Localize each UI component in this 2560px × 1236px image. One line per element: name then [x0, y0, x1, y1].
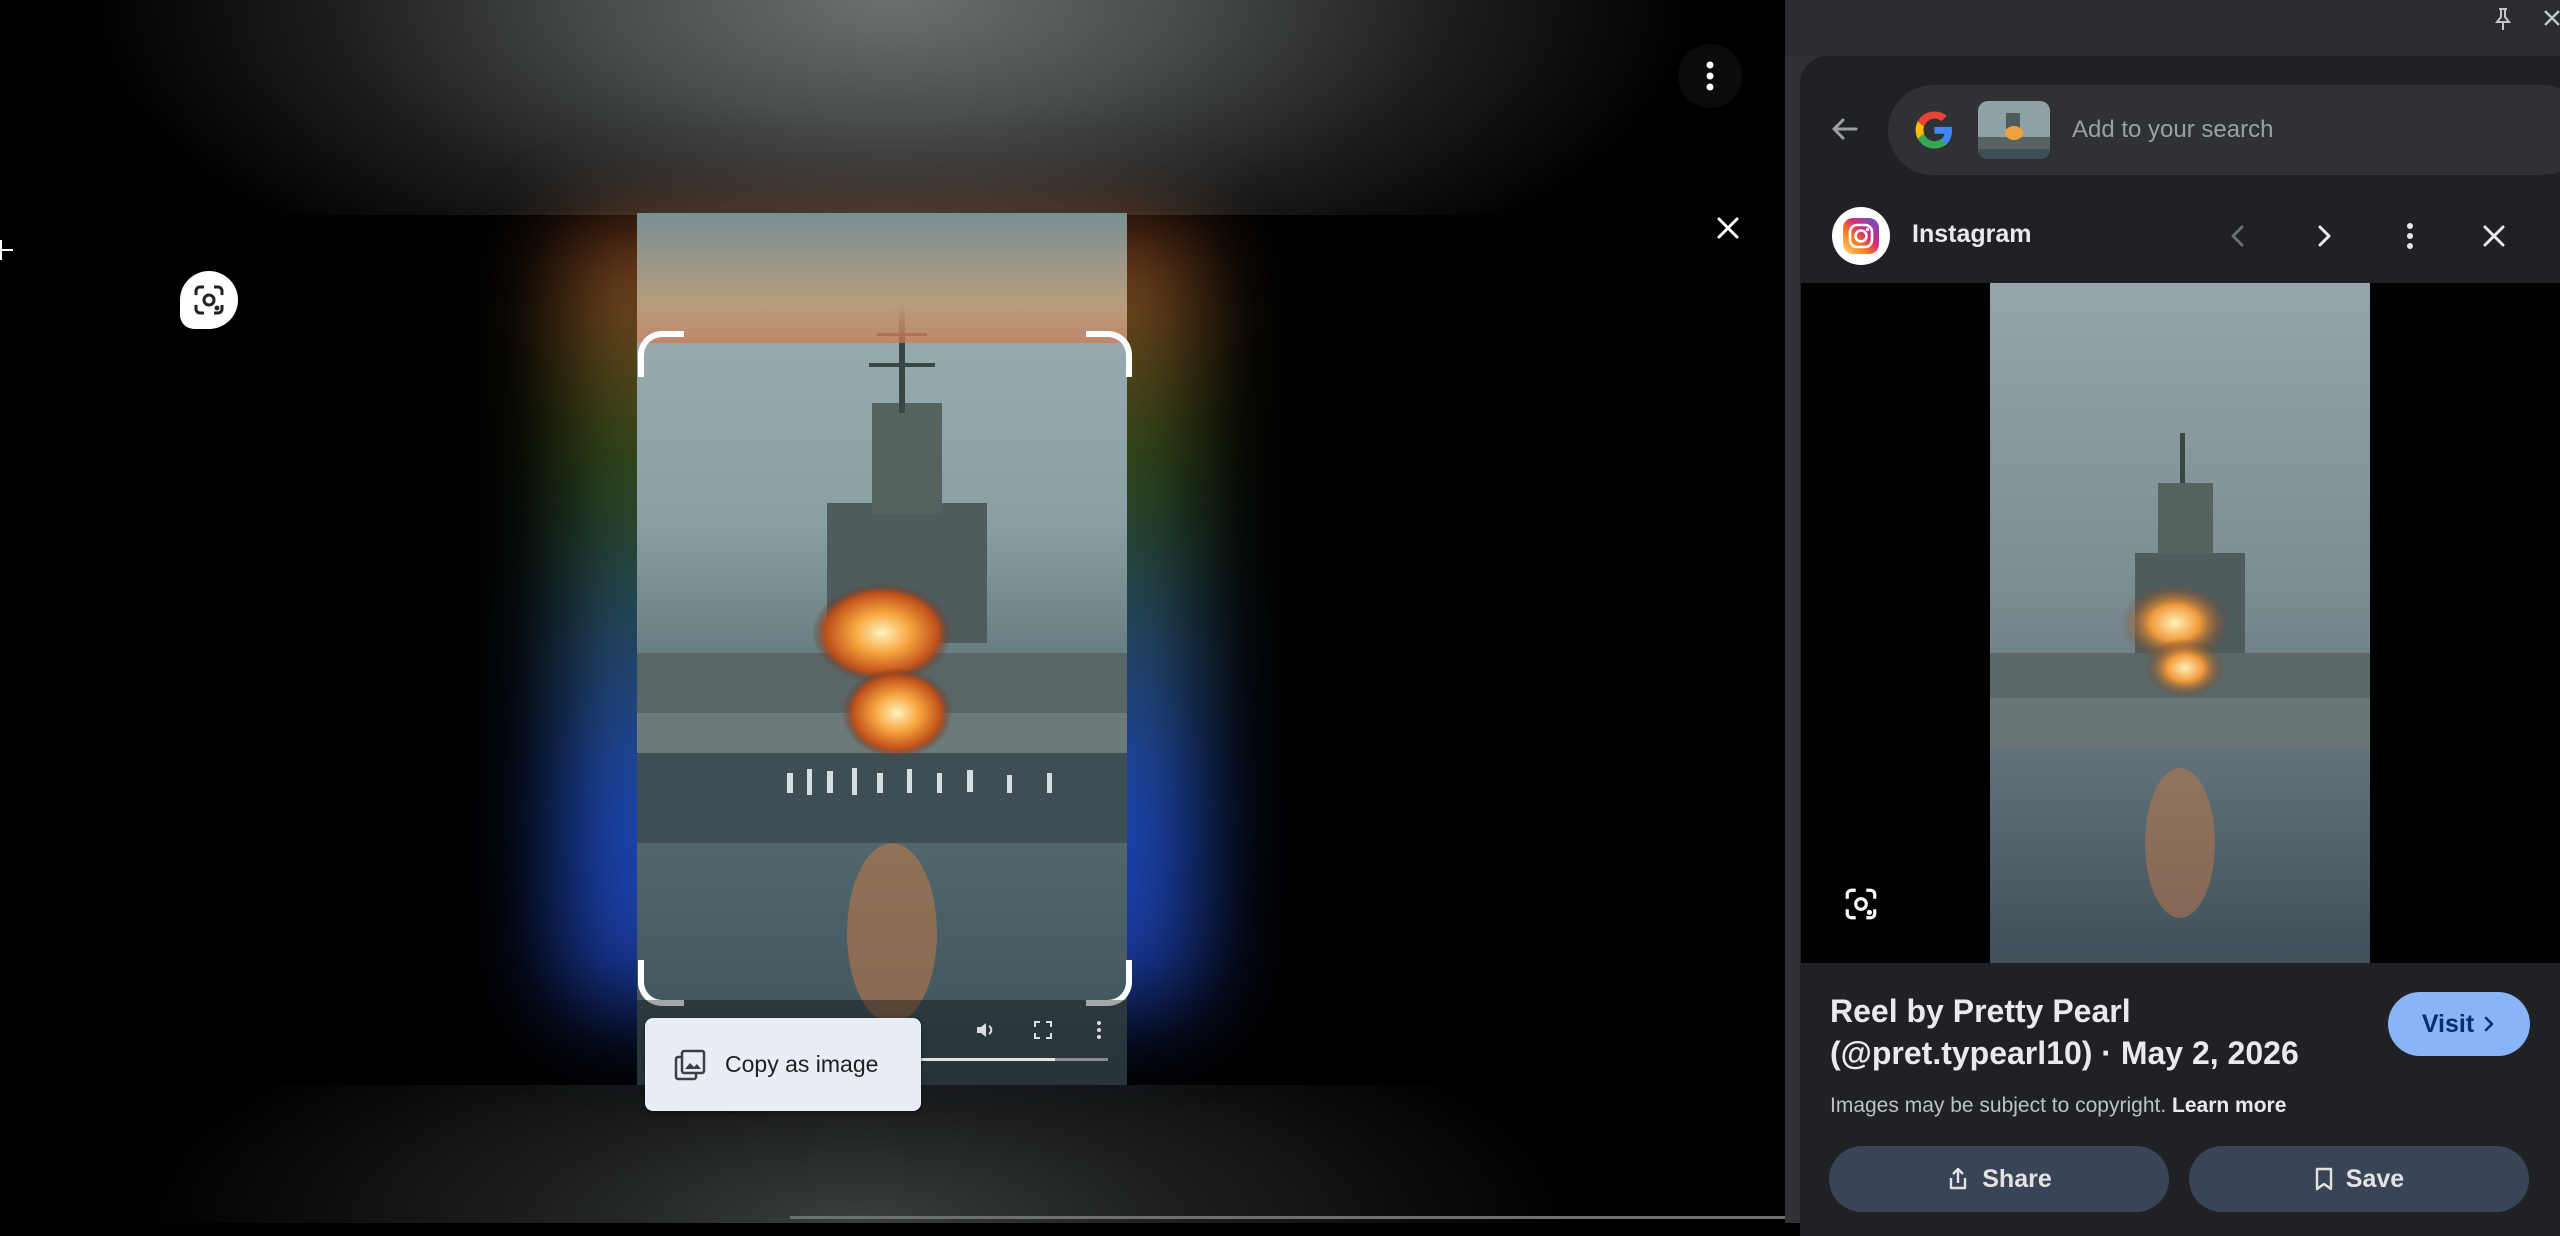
add-to-search-box[interactable]: Add to your search: [1888, 85, 2560, 175]
video-seek-fill: [920, 1058, 1056, 1061]
search-thumbnail-image[interactable]: [1978, 101, 2050, 159]
instagram-logo: [1832, 207, 1890, 265]
video-frame-image: [637, 213, 1127, 1085]
result-title: Reel by Pretty Pearl (@pret.typearl10) ·…: [1830, 993, 2299, 1071]
save-button-label: Save: [2345, 1164, 2405, 1193]
fullscreen-icon[interactable]: [1031, 1018, 1055, 1042]
chevron-right-icon[interactable]: [2308, 220, 2340, 252]
more-vert-icon[interactable]: [1087, 1018, 1111, 1042]
close-side-panel-icon[interactable]: [2540, 6, 2560, 30]
copy-as-image-button[interactable]: Copy as image: [645, 1018, 921, 1111]
result-preview-image[interactable]: [1990, 283, 2370, 963]
more-vert-icon[interactable]: [2394, 220, 2426, 252]
copyright-note: Images may be subject to copyright. Lear…: [1830, 1094, 2286, 1118]
copy-as-image-label: Copy as image: [725, 1051, 879, 1077]
search-placeholder: Add to your search: [2072, 116, 2274, 143]
share-button[interactable]: Share: [1829, 1146, 2169, 1212]
share-icon: [1950, 1167, 1967, 1190]
share-button-label: Share: [1982, 1164, 2052, 1193]
back-arrow-icon[interactable]: [1828, 112, 1862, 146]
instagram-icon: [1843, 218, 1879, 254]
learn-more-link[interactable]: Learn more: [2172, 1094, 2286, 1117]
google-logo-icon: [1915, 111, 1952, 149]
copyright-text: Images may be subject to copyright.: [1830, 1094, 2167, 1117]
close-overlay-icon[interactable]: [1712, 212, 1744, 244]
top-gradient: [0, 0, 1785, 215]
chevron-left-icon[interactable]: [2222, 220, 2254, 252]
close-icon[interactable]: [2478, 220, 2510, 252]
source-name[interactable]: Instagram: [1912, 220, 2031, 249]
volume-icon[interactable]: [973, 1018, 997, 1042]
lens-button[interactable]: [180, 271, 238, 329]
lens-icon[interactable]: [1843, 886, 1879, 922]
crosshair-cursor-icon: [0, 240, 13, 260]
save-button[interactable]: Save: [2189, 1146, 2529, 1212]
visit-button-label: Visit: [2421, 1009, 2475, 1038]
more-vert-icon: [1706, 61, 1714, 91]
selection-corner-top-right[interactable]: [1086, 331, 1132, 377]
page-progress-line: [790, 1216, 1785, 1219]
chevron-right-icon: [2484, 1016, 2494, 1032]
copy-image-icon: [674, 1049, 706, 1080]
video-top-strip: [637, 213, 1127, 343]
overlay-menu-button[interactable]: [1678, 44, 1742, 108]
pin-icon[interactable]: [2490, 6, 2516, 32]
visit-button[interactable]: Visit: [2388, 992, 2530, 1056]
selection-corner-top-left[interactable]: [638, 331, 684, 377]
side-panel-topbar: [1785, 0, 2560, 56]
lens-icon: [194, 285, 224, 315]
video-player[interactable]: [637, 213, 1127, 1085]
bookmark-icon: [2315, 1167, 2332, 1191]
